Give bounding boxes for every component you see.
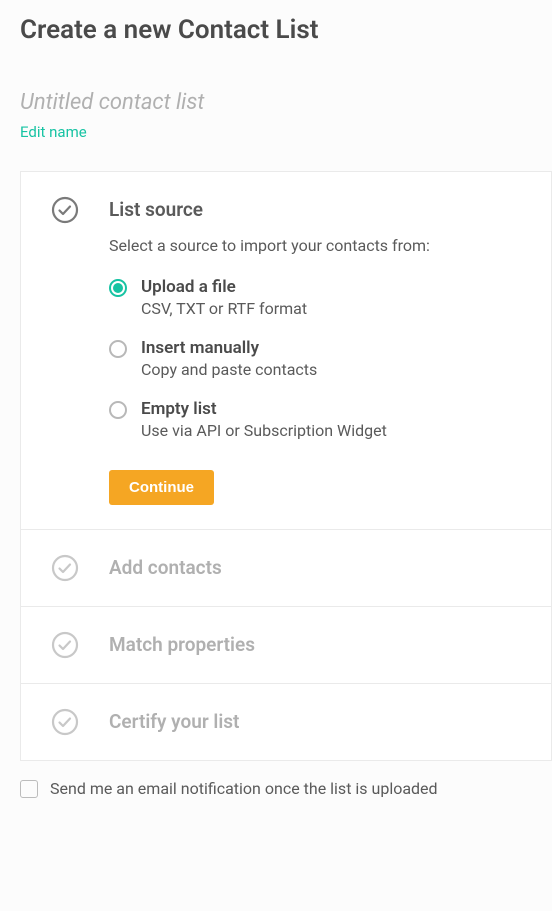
step-certify-list: Certify your list (21, 684, 551, 760)
check-circle-icon (51, 631, 79, 659)
contact-list-name: Untitled contact list (20, 90, 552, 115)
email-notify-checkbox[interactable] (20, 780, 38, 798)
step-add-contacts: Add contacts (21, 530, 551, 607)
steps-panel: List source Select a source to import yo… (20, 171, 552, 761)
email-notify-row: Send me an email notification once the l… (20, 779, 552, 798)
radio-insert-manually[interactable]: Insert manually Copy and paste contacts (109, 338, 521, 379)
radio-icon (109, 279, 127, 297)
radio-upload-file[interactable]: Upload a file CSV, TXT or RTF format (109, 277, 521, 318)
radio-sub: Copy and paste contacts (141, 360, 317, 379)
radio-title: Insert manually (141, 338, 317, 358)
radio-sub: Use via API or Subscription Widget (141, 421, 387, 440)
step-list-source: List source Select a source to import yo… (21, 172, 551, 530)
radio-icon (109, 340, 127, 358)
step-title-match-properties: Match properties (109, 631, 521, 659)
check-circle-icon (51, 708, 79, 736)
check-circle-icon (51, 196, 79, 224)
radio-title: Empty list (141, 399, 387, 419)
check-circle-icon (51, 554, 79, 582)
step-desc-source: Select a source to import your contacts … (109, 236, 521, 255)
step-match-properties: Match properties (21, 607, 551, 684)
email-notify-label: Send me an email notification once the l… (50, 779, 438, 798)
step-title-source: List source (109, 196, 521, 224)
step-title-add-contacts: Add contacts (109, 554, 521, 582)
continue-button[interactable]: Continue (109, 470, 214, 505)
radio-empty-list[interactable]: Empty list Use via API or Subscription W… (109, 399, 521, 440)
radio-icon (109, 401, 127, 419)
radio-title: Upload a file (141, 277, 307, 297)
source-radio-group: Upload a file CSV, TXT or RTF format Ins… (109, 277, 521, 440)
radio-sub: CSV, TXT or RTF format (141, 299, 307, 318)
page-title: Create a new Contact List (20, 15, 552, 45)
step-title-certify: Certify your list (109, 708, 521, 736)
edit-name-link[interactable]: Edit name (20, 123, 87, 141)
